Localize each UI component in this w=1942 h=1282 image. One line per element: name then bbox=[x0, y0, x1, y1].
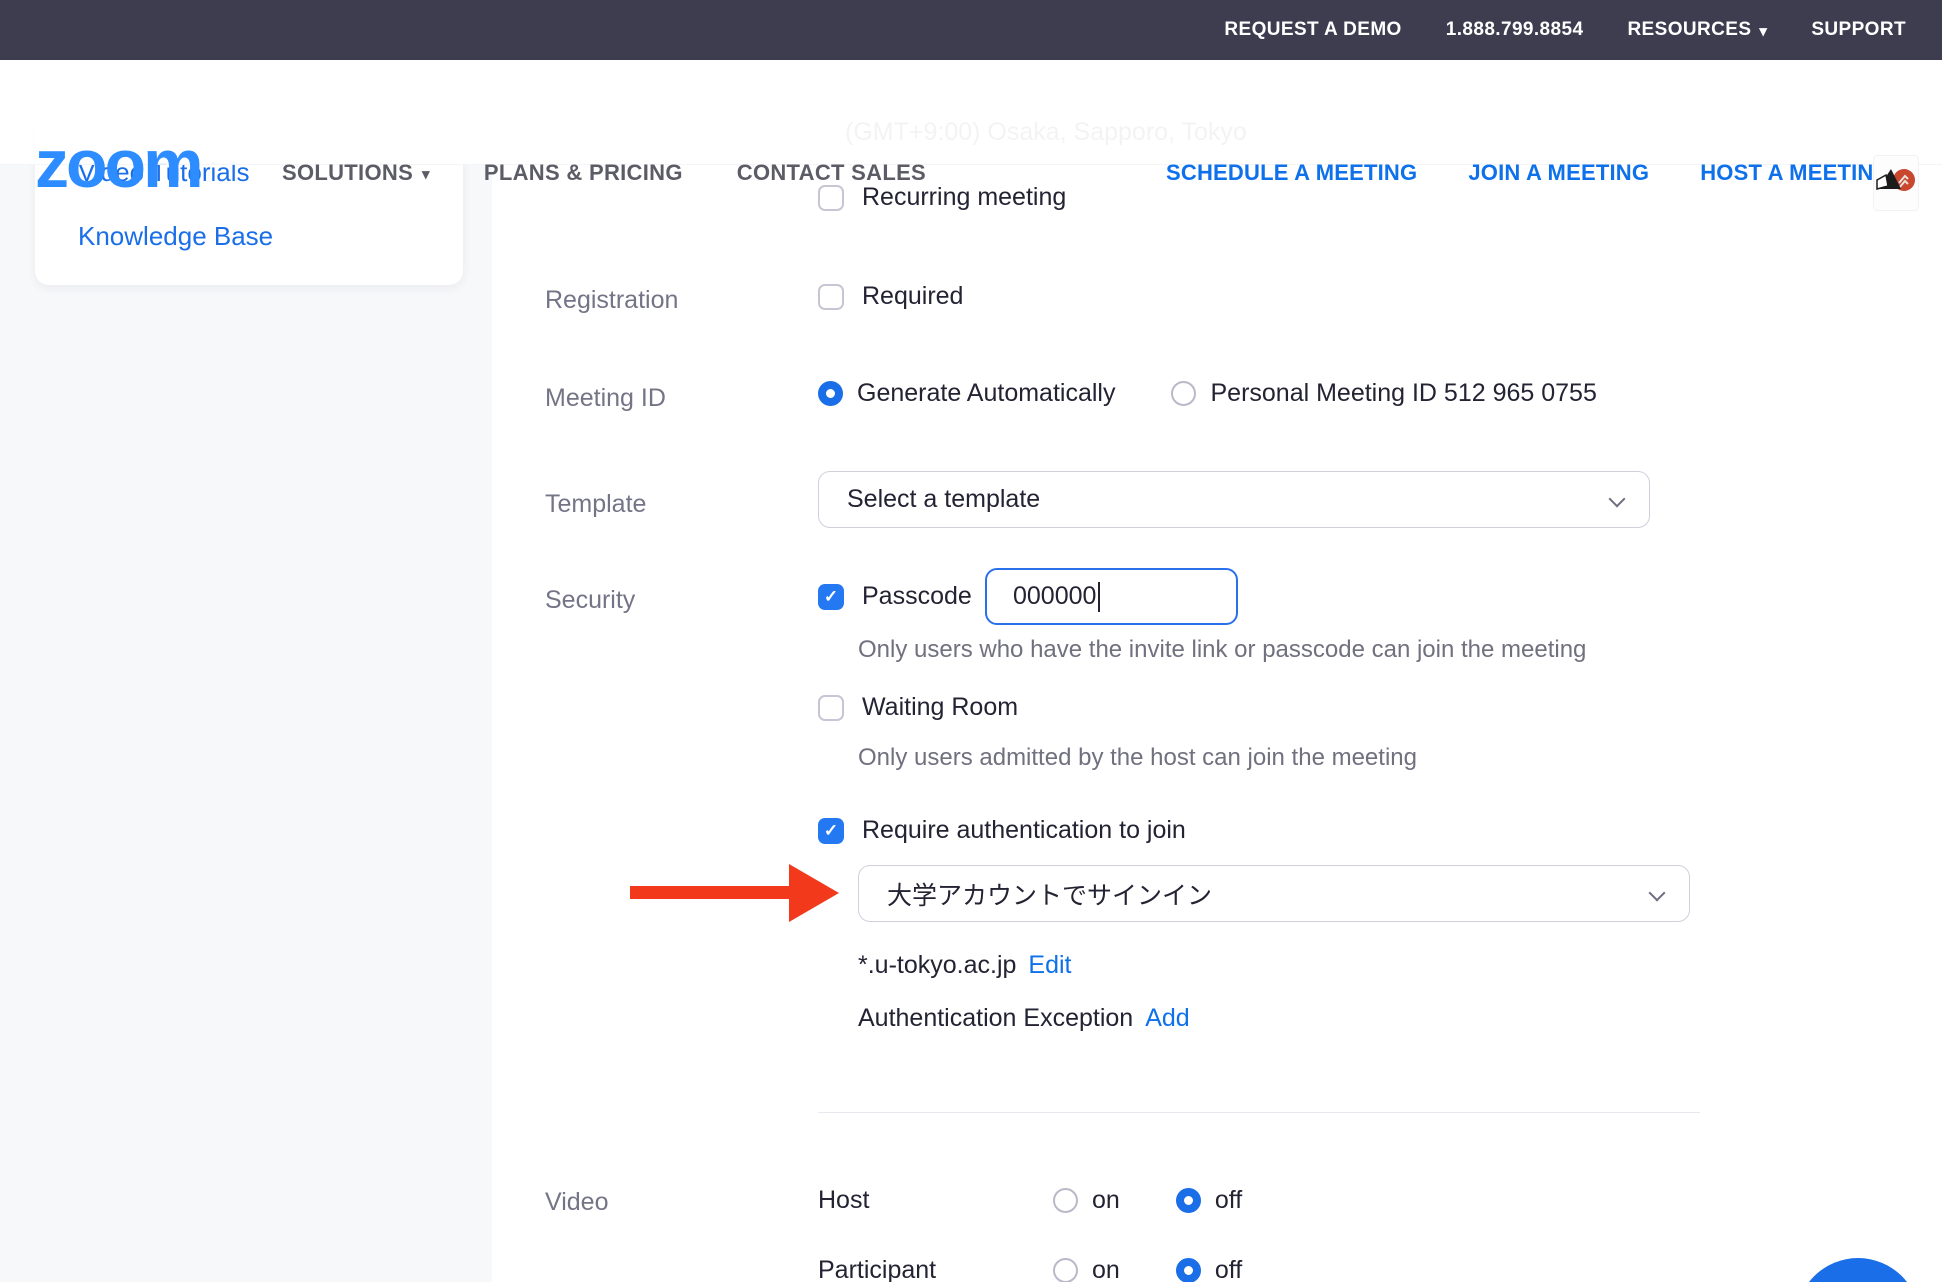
nav-solutions[interactable]: SOLUTIONS ▾ bbox=[282, 160, 430, 186]
add-exception-link[interactable]: Add bbox=[1145, 1004, 1189, 1033]
personal-meeting-id-label: Personal Meeting ID 512 965 0755 bbox=[1210, 379, 1596, 408]
auth-method-select-value: 大学アカウントでサインイン bbox=[887, 876, 1212, 912]
waiting-room-label: Waiting Room bbox=[862, 693, 1018, 722]
auth-exception-row: Authentication Exception Add bbox=[858, 1004, 1190, 1033]
meeting-id-label: Meeting ID bbox=[545, 384, 666, 413]
registration-required-row: Required bbox=[818, 282, 963, 311]
nav-join-meeting[interactable]: JOIN A MEETING bbox=[1468, 160, 1649, 186]
nav-right-menu: SCHEDULE A MEETING JOIN A MEETING HOST A… bbox=[1166, 160, 1908, 186]
passcode-checkbox[interactable]: ✓ bbox=[818, 584, 844, 610]
waiting-room-row: Waiting Room bbox=[818, 693, 1018, 722]
host-video-off-label: off bbox=[1215, 1186, 1242, 1215]
auth-method-select[interactable]: 大学アカウントでサインイン bbox=[858, 865, 1690, 922]
participant-video-off-radio[interactable] bbox=[1176, 1258, 1201, 1282]
participant-video-off-label: off bbox=[1215, 1256, 1242, 1282]
recurring-meeting-checkbox[interactable] bbox=[818, 185, 844, 211]
sidebar-link-knowledge-base[interactable]: Knowledge Base bbox=[78, 221, 273, 252]
support-link[interactable]: SUPPORT bbox=[1811, 19, 1906, 41]
host-video-off-radio[interactable] bbox=[1176, 1188, 1201, 1213]
registration-required-label: Required bbox=[862, 282, 963, 311]
recurring-meeting-label: Recurring meeting bbox=[862, 183, 1066, 212]
meeting-id-row: Generate Automatically Personal Meeting … bbox=[818, 379, 1597, 408]
waiting-room-checkbox[interactable] bbox=[818, 695, 844, 721]
video-label: Video bbox=[545, 1188, 609, 1217]
zoom-logo[interactable]: zoom bbox=[35, 130, 201, 198]
phone-number[interactable]: 1.888.799.8854 bbox=[1446, 19, 1584, 41]
check-icon: ✓ bbox=[824, 587, 838, 607]
host-meeting-label: HOST A MEETING bbox=[1700, 160, 1891, 186]
host-video-on-label: on bbox=[1092, 1186, 1120, 1215]
registration-required-checkbox[interactable] bbox=[818, 284, 844, 310]
participant-video-on-label: on bbox=[1092, 1256, 1120, 1282]
video-participant-row: Participant on off bbox=[818, 1256, 1242, 1282]
waiting-room-helper-text: Only users admitted by the host can join… bbox=[858, 744, 1417, 772]
require-auth-checkbox[interactable]: ✓ bbox=[818, 818, 844, 844]
passcode-row: ✓ Passcode bbox=[818, 582, 972, 611]
nav-schedule-meeting[interactable]: SCHEDULE A MEETING bbox=[1166, 160, 1417, 186]
host-video-on-radio[interactable] bbox=[1053, 1188, 1078, 1213]
require-auth-row: ✓ Require authentication to join bbox=[818, 816, 1186, 845]
help-floating-button[interactable] bbox=[1796, 1258, 1920, 1282]
template-select[interactable]: Select a template bbox=[818, 471, 1650, 528]
host-label: Host bbox=[818, 1186, 1053, 1215]
participant-label: Participant bbox=[818, 1256, 1053, 1282]
require-auth-label: Require authentication to join bbox=[862, 816, 1186, 845]
edit-domain-link[interactable]: Edit bbox=[1028, 951, 1071, 980]
resources-menu[interactable]: RESOURCES ▾ bbox=[1627, 19, 1767, 41]
chevron-down-icon bbox=[1649, 885, 1666, 902]
passcode-helper-text: Only users who have the invite link or p… bbox=[858, 636, 1586, 664]
auth-domain-value: *.u-tokyo.ac.jp bbox=[858, 951, 1016, 980]
passcode-value: 000000 bbox=[1013, 582, 1096, 611]
auth-domain-row: *.u-tokyo.ac.jp Edit bbox=[858, 951, 1072, 980]
template-label: Template bbox=[545, 490, 646, 519]
caret-down-icon: ▾ bbox=[422, 165, 430, 183]
auth-exception-label: Authentication Exception bbox=[858, 1004, 1133, 1033]
generate-automatically-label: Generate Automatically bbox=[857, 379, 1115, 408]
resources-label: RESOURCES bbox=[1627, 19, 1751, 41]
main-navbar: zoom SOLUTIONS ▾ PLANS & PRICING CONTACT… bbox=[0, 60, 1942, 165]
recurring-meeting-row: Recurring meeting bbox=[818, 183, 1066, 212]
mountain-avatar-image bbox=[1874, 156, 1918, 210]
personal-meeting-id-radio[interactable] bbox=[1171, 381, 1196, 406]
text-cursor bbox=[1098, 582, 1100, 612]
registration-label: Registration bbox=[545, 286, 678, 315]
annotation-arrow-shaft bbox=[630, 886, 790, 899]
nav-plans-pricing[interactable]: PLANS & PRICING bbox=[484, 160, 683, 186]
template-select-value: Select a template bbox=[847, 485, 1040, 514]
annotation-arrow-icon bbox=[789, 864, 839, 922]
nav-contact-sales[interactable]: CONTACT SALES bbox=[737, 160, 926, 186]
section-divider bbox=[818, 1112, 1700, 1113]
profile-avatar[interactable] bbox=[1874, 156, 1918, 210]
participant-video-on-radio[interactable] bbox=[1053, 1258, 1078, 1282]
zoom-schedule-meeting-page: Video Tutorials Knowledge Base (GMT+9:00… bbox=[0, 0, 1942, 1282]
caret-down-icon: ▾ bbox=[1759, 22, 1767, 40]
passcode-input[interactable]: 000000 bbox=[985, 568, 1238, 625]
generate-automatically-radio[interactable] bbox=[818, 381, 843, 406]
request-demo-link[interactable]: REQUEST A DEMO bbox=[1224, 19, 1401, 41]
nav-left-menu: SOLUTIONS ▾ PLANS & PRICING CONTACT SALE… bbox=[282, 160, 926, 186]
utility-topbar: REQUEST A DEMO 1.888.799.8854 RESOURCES … bbox=[0, 0, 1942, 60]
solutions-label: SOLUTIONS bbox=[282, 160, 413, 186]
chevron-down-icon bbox=[1609, 491, 1626, 508]
security-label: Security bbox=[545, 586, 635, 615]
video-host-row: Host on off bbox=[818, 1186, 1242, 1215]
check-icon: ✓ bbox=[824, 821, 838, 841]
passcode-label: Passcode bbox=[862, 582, 972, 611]
